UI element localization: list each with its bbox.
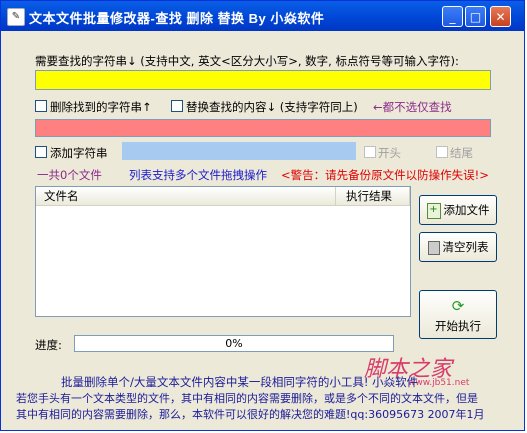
replace-label: 替换查找的内容↓ (支持字符同上) [186,100,358,114]
options-hint: ←都不选仅查找 [373,100,452,114]
start-button[interactable]: ⟳ 开始执行 [419,290,497,339]
column-result[interactable]: 执行结果 [336,187,410,205]
file-count: 一共0个文件 [37,168,102,182]
progress-bar: 0% [74,335,394,352]
start-label: 开始执行 [435,319,481,333]
clear-list-label: 清空列表 [442,240,489,254]
progress-text: 0% [225,337,243,350]
add-file-label: 添加文件 [443,203,490,217]
close-button[interactable]: ✕ [490,6,511,27]
dragdrop-hint: 列表支持多个文件拖拽操作 [129,168,267,182]
column-filename[interactable]: 文件名 [36,187,336,205]
delete-checkbox[interactable] [35,100,47,112]
find-input[interactable] [35,70,491,90]
delete-label: 删除找到的字符串↑ [50,100,152,114]
add-file-button[interactable]: + 添加文件 [419,195,497,225]
footer-line-3: 其中有相同的内容需要删除，那么，本软件可以很好的解决您的难题!qq:360956… [16,408,485,421]
add-checkbox[interactable] [35,146,47,158]
tail-checkbox[interactable] [436,146,448,158]
tail-label: 结尾 [450,146,473,160]
add-file-icon: + [426,202,441,219]
window-title: 文本文件批量修改器-查找 删除 替换 By 小焱软件 [29,11,325,26]
maximize-button[interactable]: □ [465,6,486,27]
replace-input[interactable] [35,119,491,137]
refresh-icon: ⟳ [451,297,465,315]
warning-text: <警告：请先备份原文件以防操作失误!> [281,168,489,182]
trash-icon [427,240,440,255]
clear-list-button[interactable]: 清空列表 [419,232,497,262]
file-list-header: 文件名 执行结果 [36,187,410,206]
head-label: 开头 [378,146,401,160]
title-bar[interactable]: ✎ 文本文件批量修改器-查找 删除 替换 By 小焱软件 _ □ ✕ [1,1,524,31]
app-icon: ✎ [7,8,25,26]
add-input[interactable] [122,142,356,160]
replace-checkbox[interactable] [171,100,183,112]
app-window: ✎ 文本文件批量修改器-查找 删除 替换 By 小焱软件 _ □ ✕ 需要查找的… [0,0,525,431]
head-checkbox[interactable] [364,146,376,158]
file-list[interactable]: 文件名 执行结果 [35,186,411,317]
minimize-button[interactable]: _ [442,6,463,27]
add-label: 添加字符串 [50,146,108,160]
footer-line-1: 批量删除单个/大量文本文件内容中某一段相同字符的小工具! 小焱软件 [61,375,419,389]
footer-line-2: 若您手头有一个文本类型的文件，其中有相同的内容需要删除，或是多个不同的文本文件，… [16,392,478,405]
find-label: 需要查找的字符串↓ (支持中文, 英文<区分大小写>, 数字, 标点符号等可输入… [35,54,459,68]
progress-label: 进度: [35,338,62,352]
